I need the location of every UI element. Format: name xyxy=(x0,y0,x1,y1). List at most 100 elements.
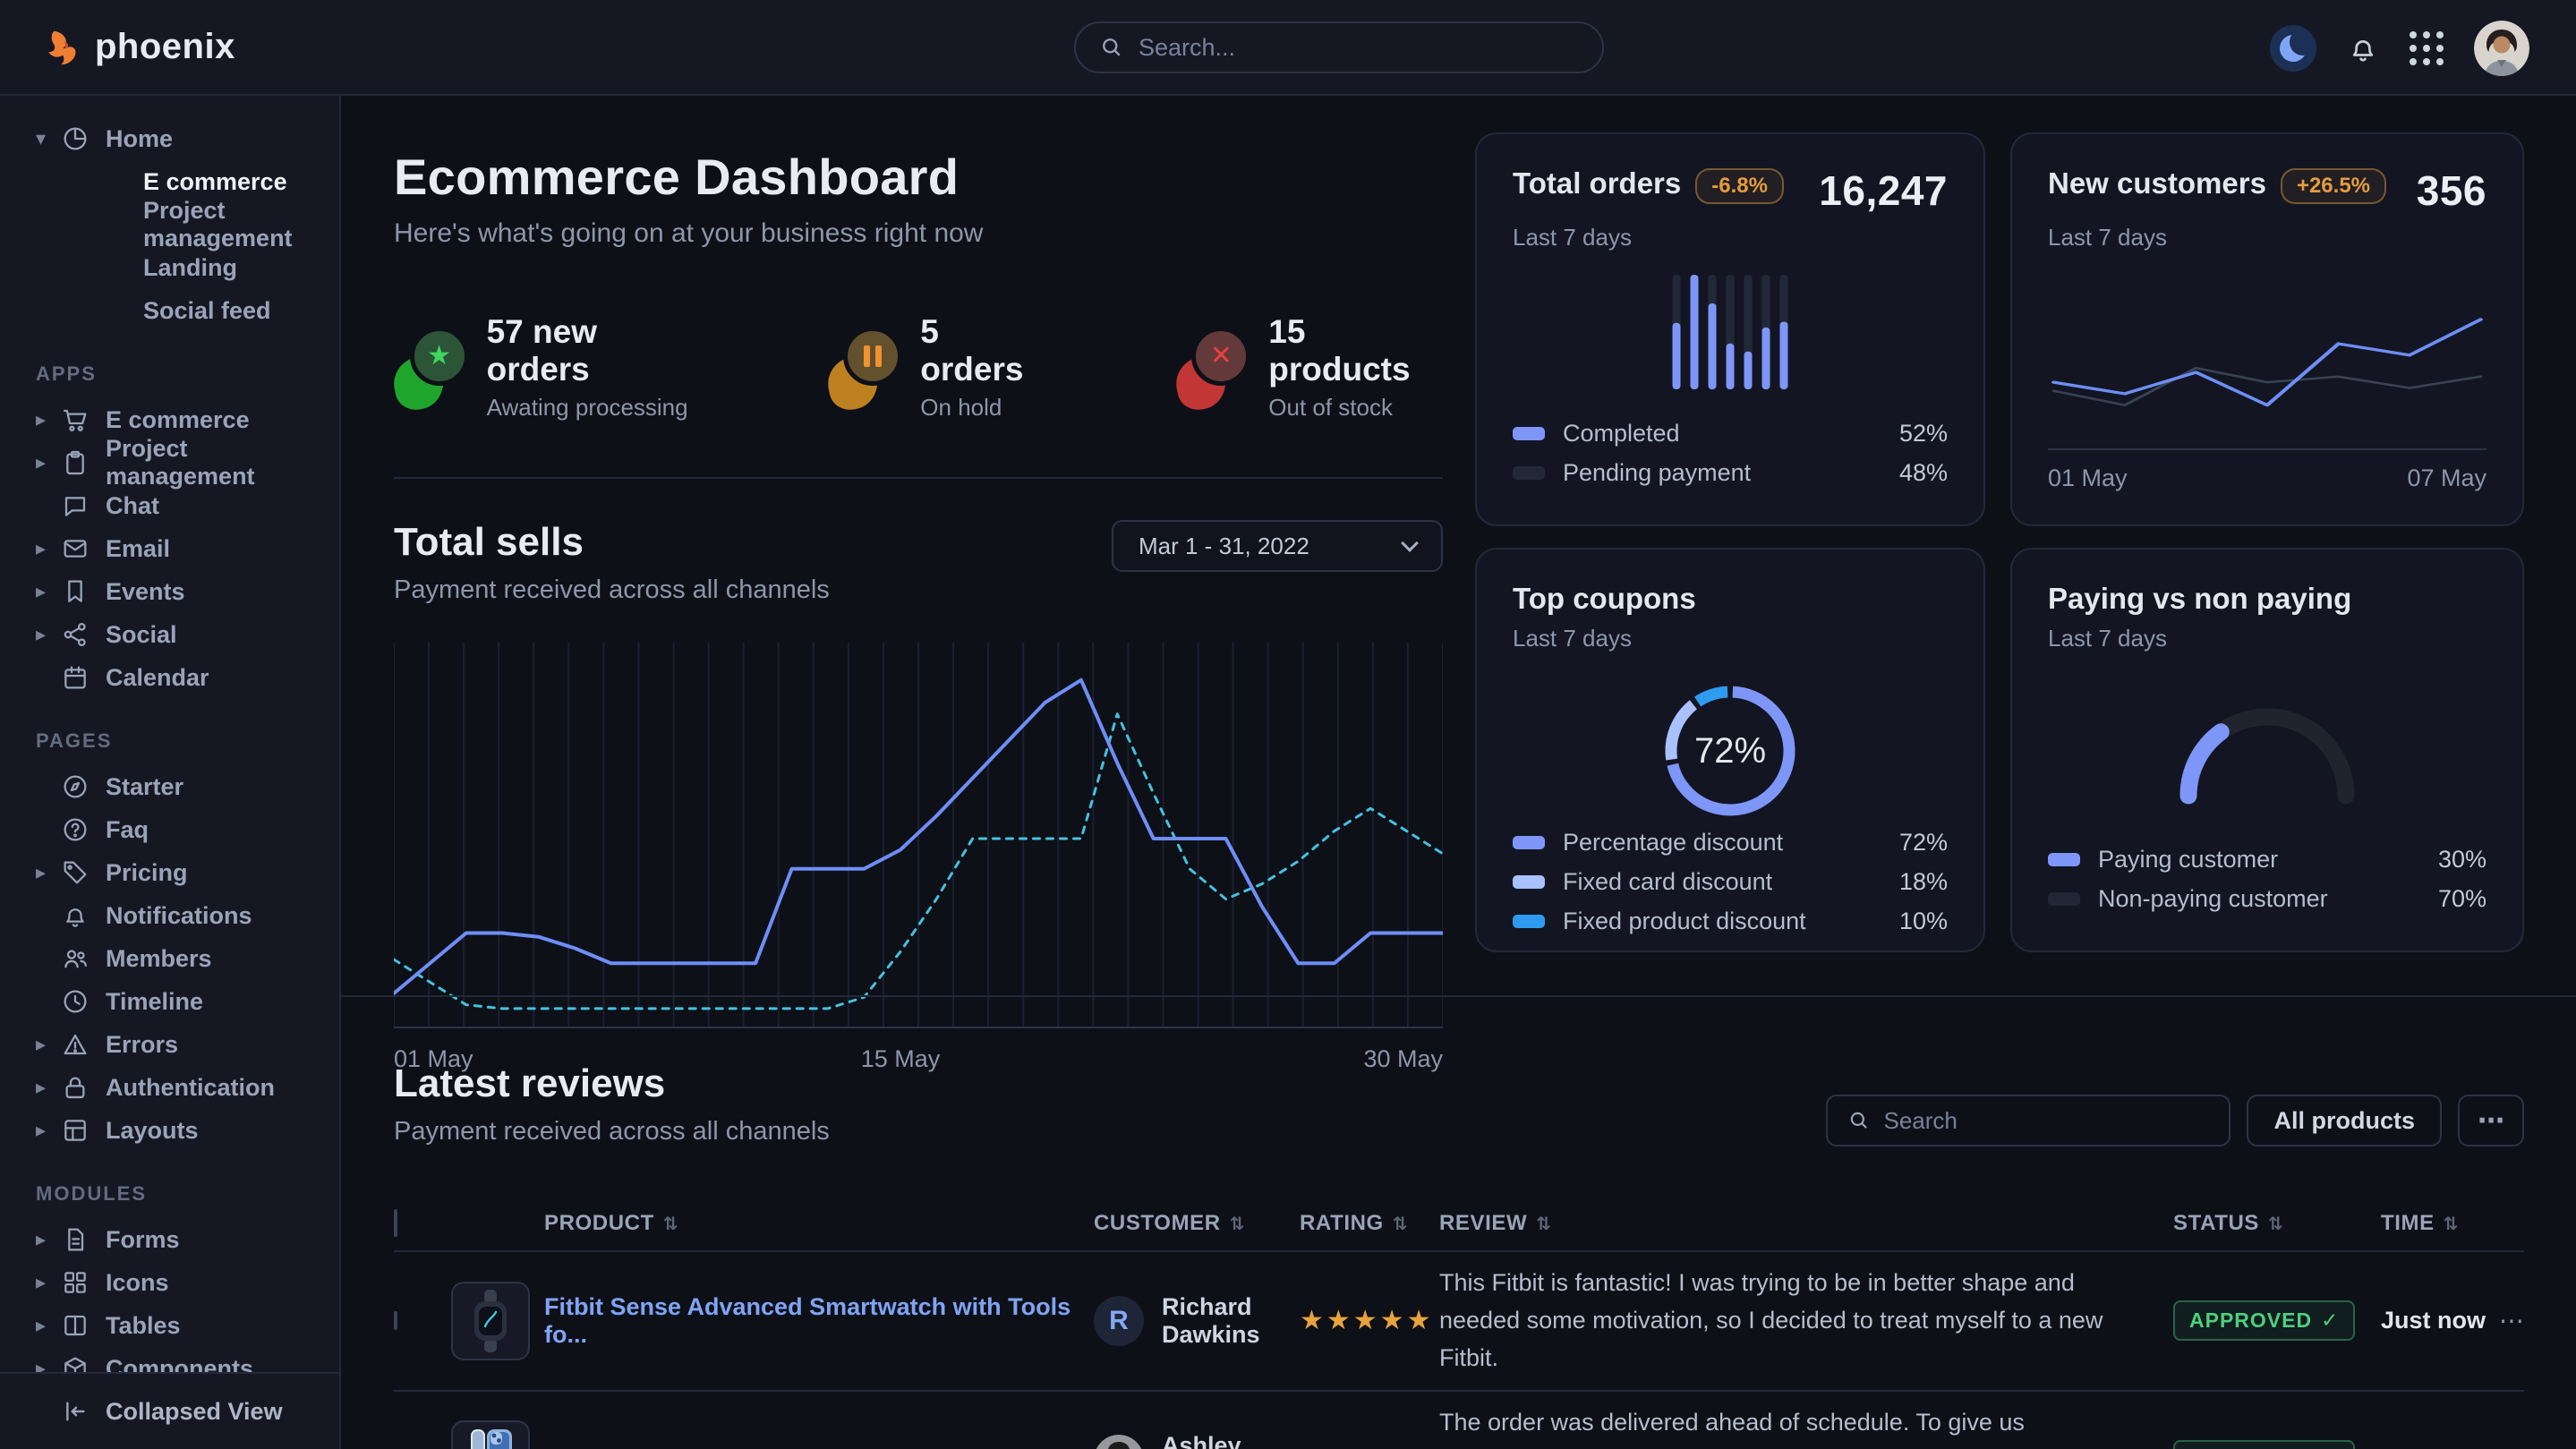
sidebar-item-project-management[interactable]: Project management xyxy=(0,203,339,246)
collapsed-view-toggle[interactable]: Collapsed View xyxy=(0,1390,339,1433)
sidebar-item-events[interactable]: ▸Events xyxy=(0,570,339,613)
sort-icon: ⇅ xyxy=(1536,1213,1551,1235)
sidebar-item-social-feed[interactable]: Social feed xyxy=(0,289,339,332)
chevron-down-icon xyxy=(1401,534,1419,552)
search-icon xyxy=(1099,35,1124,60)
sidebar: ▾HomeE commerceProject managementLanding… xyxy=(0,96,341,1449)
legend-item: Pending payment 48% xyxy=(1513,453,1948,492)
sidebar-item-icons[interactable]: ▸Icons xyxy=(0,1261,339,1304)
user-avatar[interactable] xyxy=(2474,21,2529,76)
search-icon xyxy=(1847,1109,1871,1132)
sort-icon: ⇅ xyxy=(663,1213,678,1235)
notifications-bell-icon[interactable] xyxy=(2347,32,2379,64)
file-icon xyxy=(61,1225,90,1254)
x-icon: ✕ xyxy=(1191,327,1250,386)
legend-swatch xyxy=(2048,853,2080,866)
chat-icon xyxy=(61,491,90,520)
theme-toggle-button[interactable] xyxy=(2270,25,2316,72)
brand[interactable]: phoenix xyxy=(41,27,235,68)
collapsed-view-label: Collapsed View xyxy=(106,1398,283,1426)
customer-cell[interactable]: Ashley Garrett xyxy=(1094,1432,1300,1449)
date-range-select[interactable]: Mar 1 - 31, 2022 xyxy=(1112,520,1443,572)
review-text: The order was delivered ahead of schedul… xyxy=(1439,1404,2173,1449)
sidebar-item-pricing[interactable]: ▸Pricing xyxy=(0,851,339,894)
customer-cell[interactable]: R Richard Dawkins xyxy=(1094,1293,1300,1349)
sidebar-item-landing[interactable]: Landing xyxy=(0,246,339,289)
total-sells-title: Total sells xyxy=(394,520,830,565)
stat-count: 5 orders xyxy=(920,313,1041,388)
product-thumbnail-smartwatch[interactable] xyxy=(451,1282,530,1360)
sidebar-item-notifications[interactable]: Notifications xyxy=(0,894,339,937)
select-all-checkbox[interactable] xyxy=(394,1209,397,1237)
more-options-button[interactable]: ⋯ xyxy=(2458,1095,2524,1146)
caret-icon: ▸ xyxy=(36,1357,61,1372)
stat-count: 15 products xyxy=(1268,313,1443,388)
status-badge: APPROVED✓ xyxy=(2173,1300,2355,1341)
page-title: Ecommerce Dashboard xyxy=(394,148,1443,206)
caret-icon: ▸ xyxy=(36,1271,61,1294)
legend-item: Percentage discount 72% xyxy=(1513,823,1948,862)
sidebar-item-home[interactable]: ▾Home xyxy=(0,117,339,160)
sidebar-item-chat[interactable]: Chat xyxy=(0,484,339,527)
new-customers-card: New customers +26.5% 356 Last 7 days 01 … xyxy=(2010,132,2524,526)
global-search[interactable] xyxy=(1074,21,1604,73)
card-period: Last 7 days xyxy=(2048,625,2486,652)
col-rating[interactable]: RATING⇅ xyxy=(1300,1211,1439,1236)
brand-name: phoenix xyxy=(95,27,235,67)
caret-icon: ▸ xyxy=(36,1076,61,1099)
stat-note: Awating processing xyxy=(487,394,694,422)
stat-out-of-stock: ✕ 15 products Out of stock xyxy=(1176,313,1443,422)
avatar-photo xyxy=(2474,21,2529,76)
col-status[interactable]: STATUS⇅ xyxy=(2173,1211,2381,1236)
sidebar-item-layouts[interactable]: ▸Layouts xyxy=(0,1109,339,1152)
row-menu-button[interactable]: ⋯ xyxy=(2488,1306,2524,1335)
sidebar-item-faq[interactable]: Faq xyxy=(0,808,339,851)
all-products-button[interactable]: All products xyxy=(2247,1095,2442,1146)
reviews-search-input[interactable] xyxy=(1883,1107,2209,1135)
caret-icon: ▸ xyxy=(36,623,61,646)
sidebar-item-project-management[interactable]: ▸Project management xyxy=(0,441,339,484)
sidebar-item-authentication[interactable]: ▸Authentication xyxy=(0,1066,339,1109)
col-review[interactable]: REVIEW⇅ xyxy=(1439,1211,2173,1236)
sidebar-item-email[interactable]: ▸Email xyxy=(0,527,339,570)
sidebar-item-forms[interactable]: ▸Forms xyxy=(0,1218,339,1261)
legend-swatch xyxy=(1513,836,1545,849)
card-title: Top coupons xyxy=(1513,582,1696,616)
donut-center-label: 72% xyxy=(1659,679,1802,823)
sidebar-item-starter[interactable]: Starter xyxy=(0,765,339,808)
sidebar-item-timeline[interactable]: Timeline xyxy=(0,980,339,1023)
row-checkbox[interactable] xyxy=(394,1311,397,1330)
apps-grid-icon[interactable] xyxy=(2410,31,2444,65)
page-subtitle: Here's what's going on at your business … xyxy=(394,218,1443,249)
product-thumbnail-iphone[interactable] xyxy=(451,1420,530,1449)
sidebar-item-calendar[interactable]: Calendar xyxy=(0,656,339,699)
sidebar-item-components[interactable]: ▸Components xyxy=(0,1347,339,1372)
product-link[interactable]: Fitbit Sense Advanced Smartwatch with To… xyxy=(544,1293,1070,1348)
rating-stars: ★★★☆☆ xyxy=(1300,1445,1439,1449)
row-menu-button[interactable]: ⋯ xyxy=(2488,1445,2524,1449)
reviews-table: PRODUCT⇅ CUSTOMER⇅ RATING⇅ REVIEW⇅ STATU… xyxy=(394,1197,2524,1449)
coupons-donut-chart: 72% xyxy=(1659,679,1802,823)
col-time[interactable]: TIME⇅ xyxy=(2381,1211,2488,1236)
moon-icon xyxy=(2280,35,2307,62)
dashboard-hero-section: Ecommerce Dashboard Here's what's going … xyxy=(341,96,2576,995)
card-title: Paying vs non paying xyxy=(2048,582,2351,616)
clock-icon xyxy=(61,987,90,1016)
reviews-search[interactable] xyxy=(1826,1095,2231,1146)
sidebar-item-members[interactable]: Members xyxy=(0,937,339,980)
sidebar-item-tables[interactable]: ▸Tables xyxy=(0,1304,339,1347)
top-navbar: phoenix xyxy=(0,0,2576,96)
col-product[interactable]: PRODUCT⇅ xyxy=(544,1211,1094,1236)
trend-badge: +26.5% xyxy=(2281,168,2386,204)
caret-icon: ▸ xyxy=(36,861,61,884)
legend-swatch xyxy=(1513,427,1545,440)
sidebar-item-social[interactable]: ▸Social xyxy=(0,613,339,656)
global-search-input[interactable] xyxy=(1139,34,1579,62)
sidebar-item-errors[interactable]: ▸Errors xyxy=(0,1023,339,1066)
col-customer[interactable]: CUSTOMER⇅ xyxy=(1094,1211,1300,1236)
trend-badge: -6.8% xyxy=(1695,168,1784,204)
calendar-icon xyxy=(61,663,90,692)
date-range-value: Mar 1 - 31, 2022 xyxy=(1139,533,1309,560)
star-icon: ★ xyxy=(410,327,469,386)
clipboard-icon xyxy=(61,448,90,477)
